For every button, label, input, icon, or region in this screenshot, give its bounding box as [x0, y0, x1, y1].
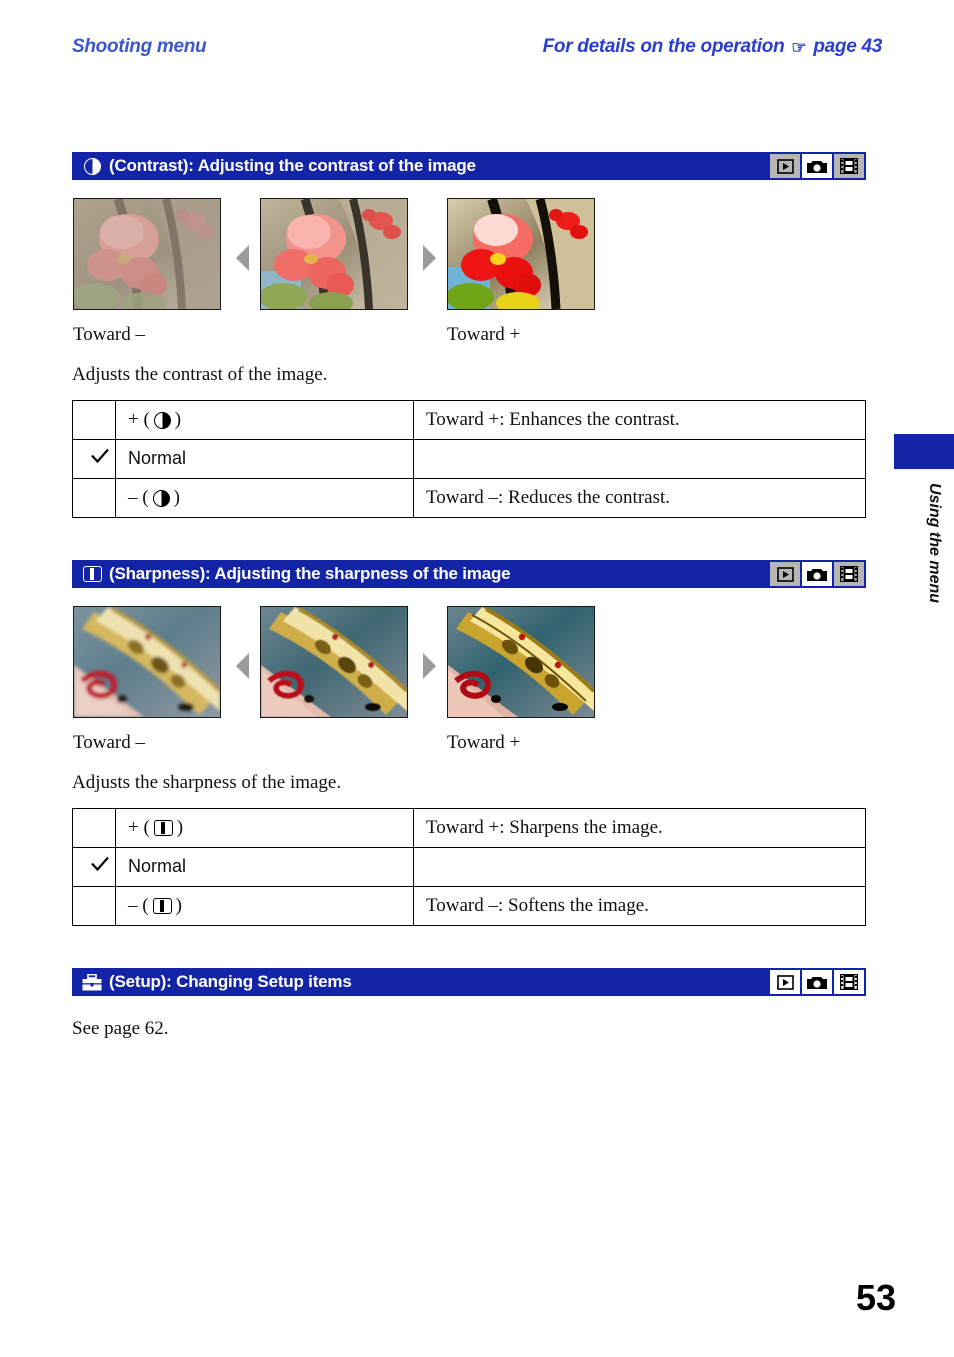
section-title-sharpness: (Sharpness): Adjusting the sharpness of … [109, 564, 511, 583]
side-tab-block [894, 434, 954, 469]
option-desc-cell: Toward –: Reduces the contrast. [413, 478, 866, 518]
caption-toward-minus: Toward – [73, 324, 146, 345]
movie-mode-icon [834, 970, 864, 994]
side-tab-label: Using the menu [926, 483, 943, 604]
mode-indicator-group [770, 970, 864, 994]
table-row: – ( ) Toward –: Softens the image. [72, 886, 866, 926]
options-table-contrast: + ( ) Toward +: Enhances the contrast. N… [72, 400, 866, 518]
sample-image-contrast-high [447, 198, 595, 310]
option-label-cell: – ( ) [115, 478, 414, 518]
movie-mode-icon [834, 154, 864, 178]
option-label-suffix: ) [175, 895, 182, 916]
playback-mode-icon [770, 562, 800, 586]
intro-text-setup: See page 62. [72, 1018, 169, 1039]
option-desc-cell: Toward +: Sharpens the image. [413, 808, 866, 848]
table-row: + ( ) Toward +: Enhances the contrast. [72, 400, 866, 440]
running-head-right: For details on the operation ☞ page 43 [542, 36, 883, 58]
default-check-cell [72, 439, 116, 479]
sample-image-sharpness-low [73, 606, 221, 718]
caption-toward-plus: Toward + [447, 324, 521, 345]
option-label-cell: Normal [115, 439, 414, 479]
section-setup: (Setup): Changing Setup items See page 6… [72, 968, 866, 1040]
option-label-prefix: – ( [128, 895, 149, 916]
option-label-cell: + ( ) [115, 808, 414, 848]
sample-image-sharpness-normal [260, 606, 408, 718]
contrast-icon [82, 156, 102, 176]
running-head-page-ref: page 43 [813, 36, 882, 57]
section-title-setup: (Setup): Changing Setup items [109, 972, 352, 991]
option-label-cell: – ( ) [115, 886, 414, 926]
option-label-prefix: + ( [128, 409, 150, 430]
section-header-setup: (Setup): Changing Setup items [72, 968, 866, 996]
default-check-cell [72, 478, 116, 518]
movie-mode-icon [834, 562, 864, 586]
intro-text-contrast: Adjusts the contrast of the image. [72, 364, 328, 385]
option-label-text: Normal [128, 856, 187, 876]
sharpness-icon [153, 820, 173, 836]
table-row: Normal [72, 847, 866, 887]
sample-captions-sharpness: Toward – Toward + [72, 732, 866, 758]
running-head-left: Shooting menu [72, 36, 207, 57]
sample-images-contrast [72, 198, 866, 320]
option-desc-cell [413, 439, 866, 479]
playback-mode-icon [770, 154, 800, 178]
caption-toward-minus: Toward – [73, 732, 146, 753]
section-title-contrast: (Contrast): Adjusting the contrast of th… [109, 156, 476, 175]
default-check-cell [72, 886, 116, 926]
default-check-cell [72, 847, 116, 887]
section-contrast: (Contrast): Adjusting the contrast of th… [72, 152, 866, 518]
arrow-left-sharpness [236, 653, 249, 679]
section-header-contrast: (Contrast): Adjusting the contrast of th… [72, 152, 866, 180]
sample-image-contrast-low [73, 198, 221, 310]
option-label-cell: Normal [115, 847, 414, 887]
playback-mode-icon [770, 970, 800, 994]
running-head-right-prefix: For details on the operation [542, 36, 785, 57]
table-row: Normal [72, 439, 866, 479]
sample-captions-contrast: Toward – Toward + [72, 324, 866, 350]
option-desc-cell [413, 847, 866, 887]
option-label-cell: + ( ) [115, 400, 414, 440]
side-tab: Using the menu [894, 434, 954, 603]
option-label-suffix: ) [173, 487, 180, 508]
arrow-left-contrast [236, 245, 249, 271]
sample-image-sharpness-high [447, 606, 595, 718]
option-label-suffix: ) [174, 409, 182, 430]
running-head: Shooting menu For details on the operati… [72, 36, 882, 68]
option-label-prefix: + ( [128, 817, 150, 838]
option-label-text: Normal [128, 448, 187, 468]
default-check-cell [72, 400, 116, 440]
contrast-icon [153, 411, 171, 429]
pointing-hand-icon: ☞ [791, 38, 807, 57]
camera-mode-icon [802, 562, 832, 586]
section-sharpness: (Sharpness): Adjusting the sharpness of … [72, 560, 866, 926]
table-row: + ( ) Toward +: Sharpens the image. [72, 808, 866, 848]
option-label-prefix: – ( [128, 487, 149, 508]
mode-indicator-group [770, 154, 864, 178]
checkmark-icon [90, 856, 110, 872]
setup-toolbox-icon [82, 972, 102, 992]
option-label-suffix: ) [176, 817, 184, 838]
camera-mode-icon [802, 970, 832, 994]
option-desc-cell: Toward –: Softens the image. [413, 886, 866, 926]
sharpness-icon [152, 898, 172, 914]
sample-image-contrast-normal [260, 198, 408, 310]
checkmark-icon [90, 448, 110, 464]
arrow-right-sharpness [423, 653, 436, 679]
default-check-cell [72, 808, 116, 848]
option-desc-cell: Toward +: Enhances the contrast. [413, 400, 866, 440]
table-row: – ( ) Toward –: Reduces the contrast. [72, 478, 866, 518]
mode-indicator-group [770, 562, 864, 586]
options-table-sharpness: + ( ) Toward +: Sharpens the image. Norm… [72, 808, 866, 926]
sharpness-icon [82, 564, 102, 584]
contrast-icon [152, 489, 170, 507]
camera-mode-icon [802, 154, 832, 178]
intro-text-sharpness: Adjusts the sharpness of the image. [72, 772, 342, 793]
caption-toward-plus: Toward + [447, 732, 521, 753]
arrow-right-contrast [423, 245, 436, 271]
section-header-sharpness: (Sharpness): Adjusting the sharpness of … [72, 560, 866, 588]
sample-images-sharpness [72, 606, 866, 728]
page-number: 53 [855, 1277, 896, 1318]
